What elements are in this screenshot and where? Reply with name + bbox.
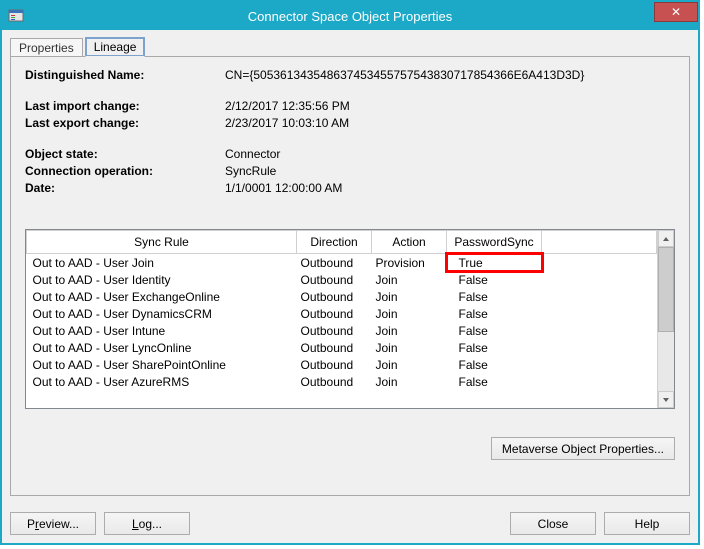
cell-sync-rule: Out to AAD - User LyncOnline (27, 339, 297, 356)
cell-sync-rule: Out to AAD - User DynamicsCRM (27, 305, 297, 322)
client-area: Properties Lineage Distinguished Name: C… (2, 30, 698, 504)
last-import-value: 2/12/2017 12:35:56 PM (225, 98, 675, 115)
cell-action: Join (372, 305, 447, 322)
tab-strip: Properties Lineage (10, 36, 690, 56)
window-title: Connector Space Object Properties (2, 9, 698, 24)
cell-passwordsync: False (447, 373, 542, 390)
tab-pane-lineage: Distinguished Name: CN={5053613435486374… (10, 56, 690, 496)
cell-empty (542, 322, 657, 339)
col-header-empty[interactable] (542, 231, 657, 254)
cell-direction: Outbound (297, 356, 372, 373)
cell-action: Provision (372, 254, 447, 272)
col-header-action[interactable]: Action (372, 231, 447, 254)
close-icon[interactable]: ✕ (654, 2, 698, 22)
scroll-track[interactable] (658, 247, 674, 391)
conn-op-label: Connection operation: (25, 163, 225, 180)
tab-lineage[interactable]: Lineage (85, 37, 146, 57)
cell-passwordsync: False (447, 271, 542, 288)
cell-action: Join (372, 288, 447, 305)
vertical-scrollbar[interactable] (657, 230, 674, 408)
cell-sync-rule: Out to AAD - User ExchangeOnline (27, 288, 297, 305)
cell-direction: Outbound (297, 288, 372, 305)
cell-direction: Outbound (297, 339, 372, 356)
cell-empty (542, 271, 657, 288)
date-value: 1/1/0001 12:00:00 AM (225, 180, 675, 197)
table-row[interactable]: Out to AAD - User IdentityOutboundJoinFa… (27, 271, 657, 288)
help-button[interactable]: Help (604, 512, 690, 535)
table-row[interactable]: Out to AAD - User DynamicsCRMOutboundJoi… (27, 305, 657, 322)
cell-direction: Outbound (297, 322, 372, 339)
conn-op-value: SyncRule (225, 163, 675, 180)
cell-sync-rule: Out to AAD - User Intune (27, 322, 297, 339)
cell-passwordsync: False (447, 322, 542, 339)
cell-action: Join (372, 271, 447, 288)
tab-properties[interactable]: Properties (10, 38, 83, 57)
cell-direction: Outbound (297, 373, 372, 390)
last-export-value: 2/23/2017 10:03:10 AM (225, 115, 675, 132)
object-state-value: Connector (225, 146, 675, 163)
scroll-thumb[interactable] (658, 247, 674, 332)
sync-rule-table: Sync Rule Direction Action PasswordSync … (26, 230, 657, 390)
table-row[interactable]: Out to AAD - User IntuneOutboundJoinFals… (27, 322, 657, 339)
cell-passwordsync: False (447, 339, 542, 356)
cell-empty (542, 356, 657, 373)
cell-passwordsync: False (447, 288, 542, 305)
cell-sync-rule: Out to AAD - User Identity (27, 271, 297, 288)
dialog-window: Connector Space Object Properties ✕ Prop… (0, 0, 700, 545)
app-icon (8, 8, 24, 24)
table-row[interactable]: Out to AAD - User JoinOutboundProvisionT… (27, 254, 657, 272)
cell-empty (542, 254, 657, 272)
title-bar: Connector Space Object Properties ✕ (2, 2, 698, 30)
date-label: Date: (25, 180, 225, 197)
last-export-label: Last export change: (25, 115, 225, 132)
cell-sync-rule: Out to AAD - User Join (27, 254, 297, 272)
preview-button[interactable]: Preview... (10, 512, 96, 535)
cell-empty (542, 339, 657, 356)
cell-passwordsync: False (447, 305, 542, 322)
field-group: Distinguished Name: CN={5053613435486374… (25, 67, 675, 197)
log-button[interactable]: Log... (104, 512, 190, 535)
close-button[interactable]: Close (510, 512, 596, 535)
table-row[interactable]: Out to AAD - User ExchangeOnlineOutbound… (27, 288, 657, 305)
cell-empty (542, 373, 657, 390)
table-row[interactable]: Out to AAD - User LyncOnlineOutboundJoin… (27, 339, 657, 356)
sync-rule-grid[interactable]: Sync Rule Direction Action PasswordSync … (25, 229, 675, 409)
dn-value: CN={505361343548637453455757543830717854… (225, 67, 675, 84)
cell-action: Join (372, 322, 447, 339)
last-import-label: Last import change: (25, 98, 225, 115)
cell-passwordsync: True (447, 254, 542, 272)
cell-direction: Outbound (297, 254, 372, 272)
cell-sync-rule: Out to AAD - User AzureRMS (27, 373, 297, 390)
cell-empty (542, 288, 657, 305)
col-header-rule[interactable]: Sync Rule (27, 231, 297, 254)
cell-sync-rule: Out to AAD - User SharePointOnline (27, 356, 297, 373)
table-header-row: Sync Rule Direction Action PasswordSync (27, 231, 657, 254)
col-header-direction[interactable]: Direction (297, 231, 372, 254)
object-state-label: Object state: (25, 146, 225, 163)
table-row[interactable]: Out to AAD - User AzureRMSOutboundJoinFa… (27, 373, 657, 390)
dialog-button-bar: Preview... Log... Close Help (2, 504, 698, 543)
cell-direction: Outbound (297, 271, 372, 288)
metaverse-properties-button[interactable]: Metaverse Object Properties... (491, 437, 675, 460)
cell-passwordsync: False (447, 356, 542, 373)
cell-action: Join (372, 356, 447, 373)
table-row[interactable]: Out to AAD - User SharePointOnlineOutbou… (27, 356, 657, 373)
scroll-down-arrow-icon[interactable] (658, 391, 674, 408)
cell-action: Join (372, 339, 447, 356)
cell-empty (542, 305, 657, 322)
cell-action: Join (372, 373, 447, 390)
scroll-up-arrow-icon[interactable] (658, 230, 674, 247)
dn-label: Distinguished Name: (25, 67, 225, 84)
cell-direction: Outbound (297, 305, 372, 322)
col-header-passwordsync[interactable]: PasswordSync (447, 231, 542, 254)
